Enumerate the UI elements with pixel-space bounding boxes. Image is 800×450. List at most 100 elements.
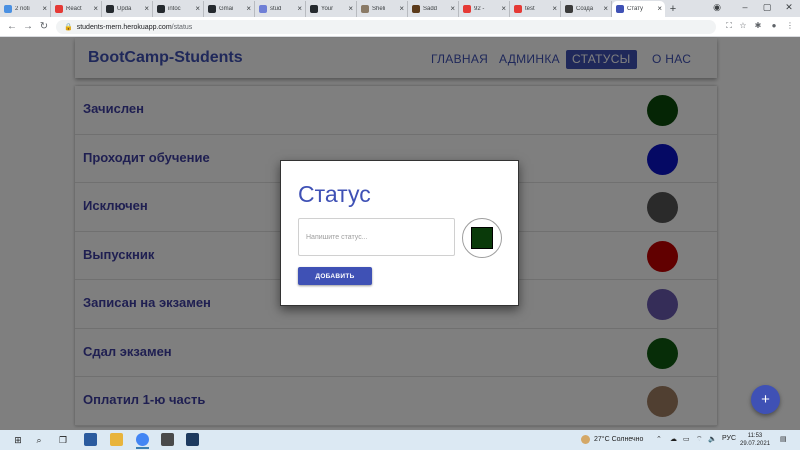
browser-menu-icon[interactable]: ⋮ [784, 21, 796, 30]
browser-tab[interactable]: stud × [255, 1, 306, 17]
close-tab-icon[interactable]: × [657, 5, 662, 13]
close-tab-icon[interactable]: × [399, 5, 404, 13]
status-modal: Статус ДОБАВИТЬ [280, 160, 519, 306]
tab-label: 92 - [474, 6, 485, 12]
sublime-text-icon[interactable] [161, 433, 174, 446]
tab-label: intoc [168, 6, 181, 12]
language-indicator[interactable]: РУС [722, 435, 736, 442]
search-icon[interactable]: ⌕ [32, 433, 46, 447]
tab-label: Sheli [372, 6, 386, 12]
task-view-icon[interactable]: ❐ [56, 433, 70, 447]
close-window-button[interactable]: ✕ [782, 2, 796, 13]
tab-label: Стату [627, 6, 644, 12]
tab-favicon-icon [259, 5, 267, 13]
tab-favicon-icon [616, 5, 624, 13]
tab-label: Sadd [423, 6, 438, 12]
tab-favicon-icon [463, 5, 471, 13]
forward-button[interactable]: → [20, 21, 36, 32]
show-hidden-icons-icon[interactable]: ⌃ [656, 435, 662, 443]
add-status-fab[interactable]: + [751, 385, 780, 414]
minimize-button[interactable]: – [738, 2, 752, 12]
translate-icon[interactable]: ⛶ [723, 21, 735, 31]
tab-label: Gmai [219, 6, 234, 12]
browser-tab[interactable]: intoc × [153, 1, 204, 17]
close-tab-icon[interactable]: × [42, 5, 47, 13]
tab-favicon-icon [106, 5, 114, 13]
tab-favicon-icon [157, 5, 165, 13]
close-tab-icon[interactable]: × [195, 5, 200, 13]
close-tab-icon[interactable]: × [348, 5, 353, 13]
browser-tab[interactable]: Созда × [561, 1, 612, 17]
extensions-icon[interactable]: ✱ [752, 21, 764, 30]
tab-label: 2 noti [15, 6, 30, 12]
profile-avatar-icon[interactable]: ● [768, 21, 780, 30]
close-tab-icon[interactable]: × [246, 5, 251, 13]
url-input[interactable]: 🔒 students-mern.herokuapp.com/status [56, 20, 716, 34]
clock[interactable]: 11:53 29.07.2021 [740, 432, 770, 448]
close-tab-icon[interactable]: × [297, 5, 302, 13]
tab-label: Созда [576, 6, 594, 12]
volume-icon[interactable]: 🔈 [708, 435, 717, 443]
cloud-icon[interactable]: ☁ [670, 435, 677, 443]
tab-list: 2 noti × React × Upda × intoc × Gmai × stud × Your × S… [0, 0, 665, 17]
back-button[interactable]: ← [4, 21, 20, 32]
color-swatch [471, 227, 493, 249]
browser-tab[interactable]: Upda × [102, 1, 153, 17]
tab-label: test [525, 6, 535, 12]
new-tab-button[interactable]: + [665, 1, 681, 17]
close-tab-icon[interactable]: × [501, 5, 506, 13]
modal-title: Статус [298, 181, 371, 207]
browser-tab[interactable]: Sheli × [357, 1, 408, 17]
network-icon[interactable]: ⌔ [696, 435, 703, 444]
weather-widget[interactable]: 27°C Солнечно [581, 435, 643, 444]
battery-icon[interactable]: ▭ [683, 435, 690, 443]
url-path: /status [171, 23, 193, 31]
windows-start-icon[interactable]: ⊞ [11, 433, 25, 447]
lock-icon: 🔒 [64, 24, 73, 31]
maximize-button[interactable]: ▢ [760, 2, 774, 13]
tab-favicon-icon [514, 5, 522, 13]
tab-favicon-icon [4, 5, 12, 13]
windows-taskbar: ⊞ ⌕ ❐ 27°C Солнечно ⌃ ☁ ▭ ⌔ 🔈 РУС 11:53 … [0, 430, 800, 450]
browser-tab[interactable]: React × [51, 1, 102, 17]
browser-tab-active[interactable]: Стату × [612, 1, 665, 17]
browser-tab[interactable]: test × [510, 1, 561, 17]
chrome-icon[interactable] [136, 433, 149, 446]
browser-tab[interactable]: Sadd × [408, 1, 459, 17]
reload-button[interactable]: ↻ [36, 21, 52, 32]
tab-label: Upda [117, 6, 132, 12]
bookmark-star-icon[interactable]: ☆ [737, 21, 749, 30]
close-tab-icon[interactable]: × [144, 5, 149, 13]
close-tab-icon[interactable]: × [93, 5, 98, 13]
browser-tab[interactable]: Your × [306, 1, 357, 17]
browser-tab[interactable]: 2 noti × [0, 1, 51, 17]
browser-tab[interactable]: Gmai × [204, 1, 255, 17]
close-tab-icon[interactable]: × [552, 5, 557, 13]
clock-date: 29.07.2021 [740, 441, 771, 447]
add-button[interactable]: ДОБАВИТЬ [298, 267, 372, 285]
tab-favicon-icon [208, 5, 216, 13]
tab-label: stud [270, 6, 282, 12]
clock-time: 11:53 [747, 433, 763, 439]
taskbar-app-icon-2[interactable] [186, 433, 199, 446]
tab-favicon-icon [361, 5, 369, 13]
notifications-icon[interactable]: ▤ [780, 435, 787, 443]
taskbar-app-icon[interactable] [84, 433, 97, 446]
status-name-input[interactable] [298, 218, 455, 256]
tab-favicon-icon [55, 5, 63, 13]
browser-tab-strip: 2 noti × React × Upda × intoc × Gmai × stud × Your × S… [0, 0, 800, 17]
tab-label: Your [321, 6, 334, 12]
close-tab-icon[interactable]: × [450, 5, 455, 13]
url-domain: students-mern.herokuapp.com [76, 23, 172, 31]
tab-search-icon[interactable]: ◉ [710, 2, 724, 13]
close-tab-icon[interactable]: × [603, 5, 608, 13]
weather-text: 27°C Солнечно [594, 436, 644, 443]
file-explorer-icon[interactable] [110, 433, 123, 446]
sun-icon [581, 435, 590, 444]
active-app-indicator [136, 447, 149, 449]
color-picker-button[interactable] [462, 218, 502, 258]
tab-favicon-icon [310, 5, 318, 13]
browser-tab[interactable]: 92 - × [459, 1, 510, 17]
address-bar: ← → ↻ 🔒 students-mern.herokuapp.com/stat… [0, 17, 800, 37]
tab-favicon-icon [565, 5, 573, 13]
